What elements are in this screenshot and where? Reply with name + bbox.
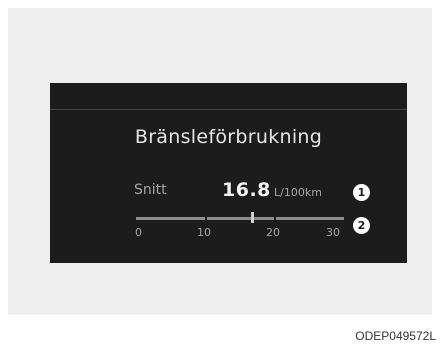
average-label: Snitt bbox=[134, 182, 167, 198]
figure-code: ODEP049572L bbox=[355, 329, 436, 343]
scale-label-0: 0 bbox=[135, 226, 142, 239]
cluster-display: Bränsleförbrukning Snitt 16.8 L/100km 0 … bbox=[50, 83, 407, 263]
figure-panel: Bränsleförbrukning Snitt 16.8 L/100km 0 … bbox=[8, 8, 432, 315]
scale-label-20: 20 bbox=[266, 226, 280, 239]
fuel-consumption-gauge bbox=[136, 212, 344, 223]
callout-2: 2 bbox=[353, 217, 370, 234]
gauge-tick bbox=[274, 215, 276, 222]
average-unit: L/100km bbox=[274, 186, 322, 199]
scale-label-30: 30 bbox=[326, 226, 340, 239]
gauge-marker bbox=[251, 212, 254, 223]
display-title: Bränsleförbrukning bbox=[134, 126, 323, 148]
callout-1: 1 bbox=[353, 184, 370, 201]
gauge-tick bbox=[205, 215, 207, 222]
average-value: 16.8 bbox=[222, 179, 271, 201]
scale-label-10: 10 bbox=[197, 226, 211, 239]
display-divider bbox=[50, 109, 407, 110]
